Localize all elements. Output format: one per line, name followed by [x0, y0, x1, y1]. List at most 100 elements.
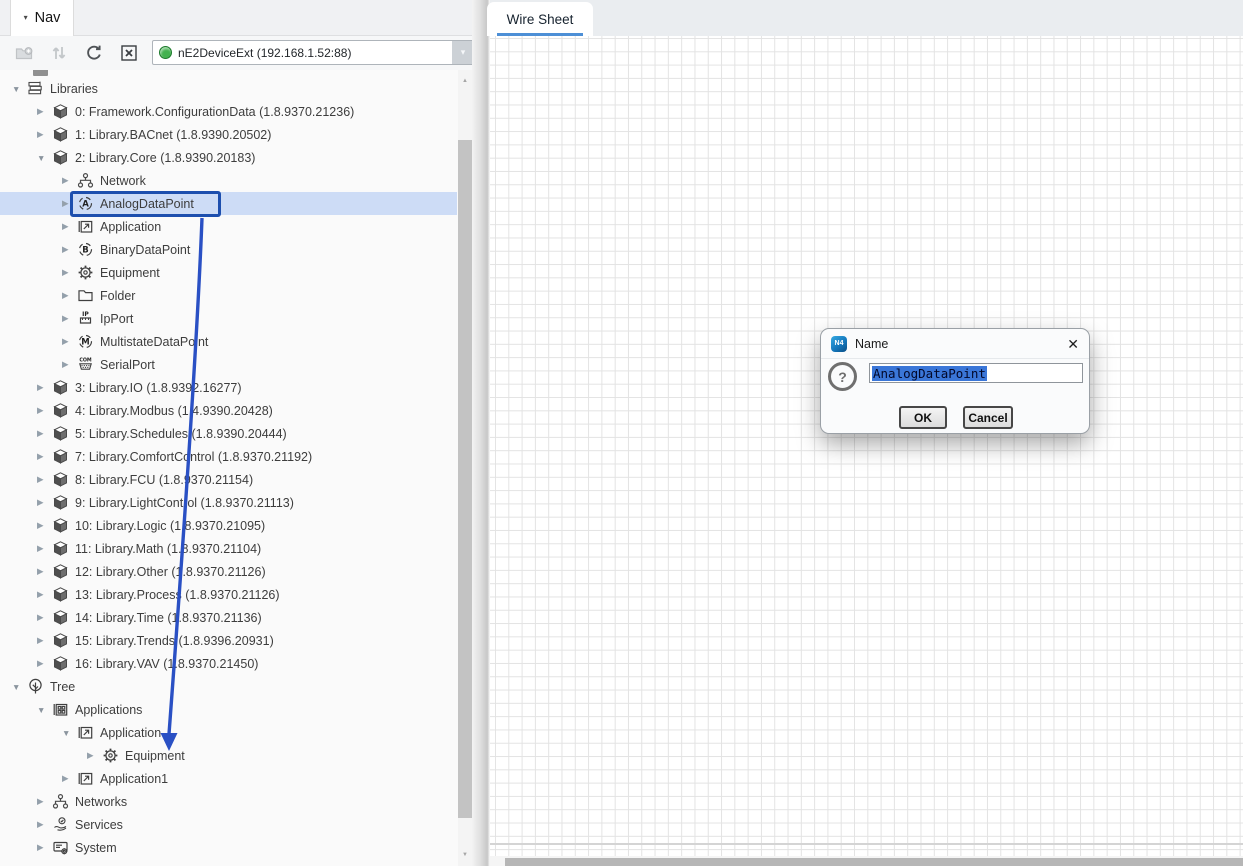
- tree-row-application[interactable]: ▶Application: [0, 215, 457, 238]
- tree-row-10-library-logic-1-8-9370-21095[interactable]: ▶10: Library.Logic (1.8.9370.21095): [0, 514, 457, 537]
- tree-row-3-library-io-1-8-9392-16277[interactable]: ▶3: Library.IO (1.8.9392.16277): [0, 376, 457, 399]
- tree-row-system[interactable]: ▶ System: [0, 836, 457, 859]
- expand-arrow-icon[interactable]: ▶: [62, 336, 77, 347]
- dropdown-arrow-icon[interactable]: ▾: [452, 41, 474, 64]
- tree-row-serialport[interactable]: ▶COMSerialPort: [0, 353, 457, 376]
- expand-arrow-icon[interactable]: ▶: [62, 313, 77, 324]
- expand-arrow-icon[interactable]: ▶: [37, 451, 52, 462]
- sort-icon: [48, 42, 70, 64]
- collapse-arrow-icon[interactable]: ▼: [12, 682, 27, 692]
- tree-row-application[interactable]: ▼Application: [0, 721, 457, 744]
- tab-wire-sheet[interactable]: Wire Sheet: [487, 2, 593, 36]
- name-dialog-titlebar[interactable]: N4 Name ✕: [821, 329, 1089, 359]
- scroll-down-icon[interactable]: ▼: [458, 848, 472, 862]
- tree-row-services[interactable]: ▶ Services: [0, 813, 457, 836]
- wiresheet-canvas[interactable]: [490, 36, 1243, 866]
- expand-arrow-icon[interactable]: ▶: [37, 520, 52, 531]
- expand-arrow-icon[interactable]: ▶: [37, 796, 52, 807]
- tree-row-application1[interactable]: ▶Application1: [0, 767, 457, 790]
- expand-arrow-icon[interactable]: ▶: [62, 773, 77, 784]
- tree-row-label: 2: Library.Core (1.8.9390.20183): [75, 151, 255, 165]
- expand-arrow-icon[interactable]: ▶: [37, 566, 52, 577]
- expand-arrow-icon[interactable]: ▶: [62, 267, 77, 278]
- tree-row-analogdatapoint[interactable]: ▶AAnalogDataPoint: [0, 192, 457, 215]
- scroll-up-icon[interactable]: ▲: [458, 74, 472, 88]
- expand-arrow-icon[interactable]: ▶: [37, 612, 52, 623]
- tree-row-2-library-core-1-8-9390-20183[interactable]: ▼ 2: Library.Core (1.8.9390.20183): [0, 146, 457, 169]
- device-selector[interactable]: nE2DeviceExt (192.168.1.52:88) ▾: [152, 40, 475, 65]
- tree-row-1-library-bacnet-1-8-9390-20502[interactable]: ▶1: Library.BACnet (1.8.9390.20502): [0, 123, 457, 146]
- expand-arrow-icon[interactable]: ▶: [37, 405, 52, 416]
- tree-row-label: Services: [75, 818, 123, 832]
- expand-arrow-icon[interactable]: ▶: [37, 658, 52, 669]
- expand-arrow-icon[interactable]: ▶: [62, 359, 77, 370]
- tree-row-12-library-other-1-8-9370-21126[interactable]: ▶12: Library.Other (1.8.9370.21126): [0, 560, 457, 583]
- tree-row-equipment[interactable]: ▶Equipment: [0, 261, 457, 284]
- tree-row-13-library-process-1-8-9370-21126[interactable]: ▶13: Library.Process (1.8.9370.21126): [0, 583, 457, 606]
- expand-arrow-icon[interactable]: ▶: [62, 221, 77, 232]
- libraries-icon: [27, 80, 48, 97]
- nav-scrollbar-thumb[interactable]: [458, 140, 472, 818]
- name-dialog: N4 Name ✕ ? AnalogDataPoint OK Cancel: [820, 328, 1090, 434]
- application-icon: [77, 770, 98, 787]
- expand-arrow-icon[interactable]: ▶: [62, 290, 77, 301]
- expand-arrow-icon[interactable]: ▶: [37, 842, 52, 853]
- library-cube-icon: [52, 540, 73, 557]
- nav-caret-icon[interactable]: ▾: [24, 14, 28, 22]
- tree-row-ipport[interactable]: ▶IPIpPort: [0, 307, 457, 330]
- tree-row-folder[interactable]: ▶Folder: [0, 284, 457, 307]
- tree-row-16-library-vav-1-8-9370-21450[interactable]: ▶16: Library.VAV (1.8.9370.21450): [0, 652, 457, 675]
- tree-row-9-library-lightcontrol-1-8-9370-21113[interactable]: ▶9: Library.LightControl (1.8.9370.21113…: [0, 491, 457, 514]
- tree-row-network[interactable]: ▶Network: [0, 169, 457, 192]
- tree-row-label: BinaryDataPoint: [100, 243, 190, 257]
- expand-arrow-icon[interactable]: ▶: [37, 497, 52, 508]
- tree-row-label: 4: Library.Modbus (1.4.9390.20428): [75, 404, 273, 418]
- collapse-arrow-icon[interactable]: ▼: [37, 153, 52, 163]
- expand-arrow-icon[interactable]: ▶: [87, 750, 102, 761]
- close-box-icon[interactable]: [118, 42, 140, 64]
- collapse-arrow-icon[interactable]: ▼: [62, 728, 77, 738]
- wiresheet-scrollbar-thumb[interactable]: [505, 858, 1243, 866]
- tree-row-equipment[interactable]: ▶Equipment: [0, 744, 457, 767]
- tree-row-label: MultistateDataPoint: [100, 335, 208, 349]
- tree-row-binarydatapoint[interactable]: ▶BBinaryDataPoint: [0, 238, 457, 261]
- tree-row-label: Applications: [75, 703, 142, 717]
- expand-arrow-icon[interactable]: ▶: [62, 175, 77, 186]
- tree-row-tree[interactable]: ▼Tree: [0, 675, 457, 698]
- ok-button[interactable]: OK: [899, 406, 947, 429]
- collapse-arrow-icon[interactable]: ▼: [37, 705, 52, 715]
- expand-arrow-icon[interactable]: ▶: [37, 428, 52, 439]
- tree-row-5-library-schedules-1-8-9390-20444[interactable]: ▶5: Library.Schedules (1.8.9390.20444): [0, 422, 457, 445]
- expand-arrow-icon[interactable]: ▶: [37, 129, 52, 140]
- svg-text:IP: IP: [82, 311, 89, 318]
- application-icon: [77, 218, 98, 235]
- wiresheet-horizontal-scrollbar[interactable]: [490, 856, 1243, 866]
- expand-arrow-icon[interactable]: ▶: [37, 543, 52, 554]
- expand-arrow-icon[interactable]: ▶: [37, 106, 52, 117]
- nav-scrollbar[interactable]: ▲ ▼: [458, 70, 472, 866]
- tree-row-0-framework-configurationdata-1-8-9370-21236[interactable]: ▶0: Framework.ConfigurationData (1.8.937…: [0, 100, 457, 123]
- expand-arrow-icon[interactable]: ▶: [37, 589, 52, 600]
- expand-arrow-icon[interactable]: ▶: [37, 819, 52, 830]
- tree-row-8-library-fcu-1-8-9370-21154[interactable]: ▶8: Library.FCU (1.8.9370.21154): [0, 468, 457, 491]
- tab-nav[interactable]: ▾ Nav: [10, 0, 74, 36]
- expand-arrow-icon[interactable]: ▶: [37, 474, 52, 485]
- tree-row-label: System: [75, 841, 117, 855]
- name-input[interactable]: AnalogDataPoint: [869, 363, 1083, 383]
- refresh-icon[interactable]: [83, 42, 105, 64]
- tree-row-15-library-trends-1-8-9396-20931[interactable]: ▶15: Library.Trends (1.8.9396.20931): [0, 629, 457, 652]
- expand-arrow-icon[interactable]: ▶: [62, 244, 77, 255]
- tree-row-4-library-modbus-1-4-9390-20428[interactable]: ▶ 4: Library.Modbus (1.4.9390.20428): [0, 399, 457, 422]
- expand-arrow-icon[interactable]: ▶: [37, 382, 52, 393]
- close-icon[interactable]: ✕: [1067, 337, 1079, 351]
- tree-row-multistatedatapoint[interactable]: ▶MMultistateDataPoint: [0, 330, 457, 353]
- tree-row-7-library-comfortcontrol-1-8-9370-21192[interactable]: ▶7: Library.ComfortControl (1.8.9370.211…: [0, 445, 457, 468]
- tree-row-libraries[interactable]: ▼Libraries: [0, 77, 457, 100]
- tree-row-11-library-math-1-8-9370-21104[interactable]: ▶11: Library.Math (1.8.9370.21104): [0, 537, 457, 560]
- tree-row-networks[interactable]: ▶Networks: [0, 790, 457, 813]
- collapse-arrow-icon[interactable]: ▼: [12, 84, 27, 94]
- tree-row-14-library-time-1-8-9370-21136[interactable]: ▶14: Library.Time (1.8.9370.21136): [0, 606, 457, 629]
- tree-row-applications[interactable]: ▼ Applications: [0, 698, 457, 721]
- expand-arrow-icon[interactable]: ▶: [37, 635, 52, 646]
- cancel-button[interactable]: Cancel: [963, 406, 1013, 429]
